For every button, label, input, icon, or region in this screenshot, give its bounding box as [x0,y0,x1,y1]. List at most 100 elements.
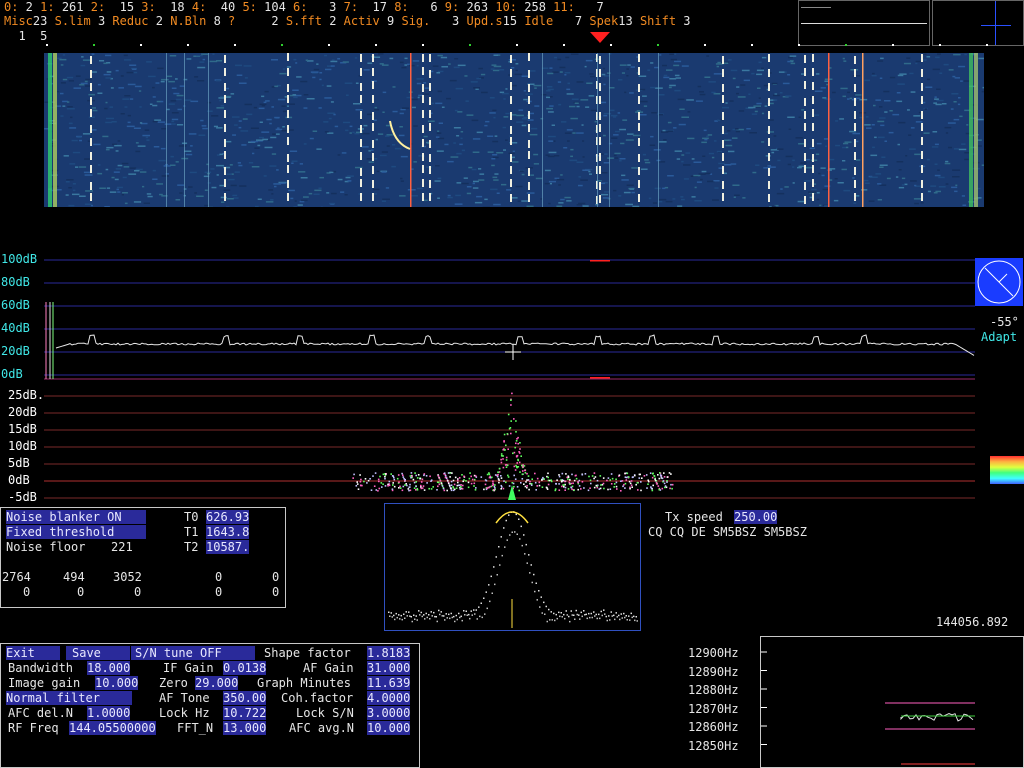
frequency-tick [751,44,753,46]
spectrum-db-label: 100dB [1,252,38,266]
noise-stat-cell: 3052 [113,570,142,584]
bandwidth-value[interactable]: 18.000 [87,661,131,675]
frequency-tick [281,44,283,46]
header-stat-key-8: Upd.s [466,14,503,28]
frequency-tick [328,44,330,46]
zero-value[interactable]: 29.000 [195,676,239,690]
header-counter-value-1: 261 [54,0,91,14]
frequency-tick [469,44,471,46]
baseband-spectrum[interactable] [0,384,1024,502]
header-stat-value-3: 8 [206,14,229,28]
waterfall-display[interactable] [44,53,984,207]
baseband-db-label: -5dB [8,490,37,504]
header-counter-value-10: 258 [517,0,554,14]
header-stat-key-0: Misc [4,14,33,28]
coh-factor-value[interactable]: 4.0000 [367,691,411,705]
af-gain-value[interactable]: 31.000 [367,661,411,675]
header-counter-value-4: 40 [206,0,243,14]
parameters-panel: Exit Save S/N tune OFF Shape factor 1.81… [0,643,420,768]
af-tone-label: AF Tone [159,691,210,705]
header-counter-key-5: 5: [242,0,257,14]
threshold-mode-toggle[interactable]: Fixed threshold [6,525,146,539]
header-stat-value-10: 13 [618,14,640,28]
rf-freq-value[interactable]: 144.05500000 [69,721,156,735]
t0-value[interactable]: 626.93 [206,510,250,524]
filter-mode-toggle[interactable]: Normal filter [6,691,132,705]
header-stat-value-4: 2 [235,14,286,28]
tx-speed-value[interactable]: 250.00 [734,510,778,524]
header-stat-value-2: 2 [148,14,171,28]
frequency-tick [563,44,565,46]
frequency-marker-triangle[interactable] [590,32,610,43]
frequency-tick [375,44,377,46]
header-counter-value-8: 6 [408,0,445,14]
lock-hz-label: Lock Hz [159,706,210,720]
afc-hz-label: 12870Hz [688,701,739,716]
header-row-2: Misc23 S.lim 3 Reduc 2 N.Bln 8 ? 2 S.fft… [4,14,698,28]
spectrum-db-label: 0dB [1,367,23,381]
angle-value: -55° [990,315,1019,329]
baseband-db-label: 15dB [8,422,37,436]
header-counter-value-2: 15 [105,0,142,14]
baseband-db-label: 10dB [8,439,37,453]
noise-floor-label: Noise floor [6,540,86,554]
save-button[interactable]: Save [66,646,130,660]
afc-avg-value[interactable]: 10.000 [367,721,411,735]
coh-factor-label: Coh.factor [281,691,354,705]
header-counter-key-6: 6: [293,0,308,14]
graph-minutes-label: Graph Minutes [257,676,351,690]
noise-stat-cell: 0 [77,585,85,599]
afc-graph [761,651,975,765]
afc-hz-label: 12860Hz [688,720,739,734]
fft-n-value[interactable]: 13.000 [223,721,267,735]
spectrum-graph[interactable] [0,252,1024,384]
polarization-indicator[interactable] [975,258,1023,306]
header-stat-key-7: Sig. [401,14,431,28]
exit-button[interactable]: Exit [6,646,60,660]
header-row-1: 0: 2 1: 261 2: 15 3: 18 4: 40 5: 104 6: … [4,0,611,14]
t2-value[interactable]: 10587. [206,540,250,554]
tx-message: CQ CQ DE SM5BSZ SM5BSZ [648,525,807,539]
header-stat-key-3: N.Bln [170,14,207,28]
noise-stat-cell: 0 [272,585,280,599]
header-counter-key-7: 7: [343,0,359,14]
spectrum-db-label: 60dB [1,298,30,312]
if-gain-value[interactable]: 0.0138 [223,661,267,675]
spectrum-db-label: 80dB [1,275,30,289]
header-stat-key-10: Spek [589,14,619,28]
af-tone-value[interactable]: 350.00 [223,691,267,705]
noise-stat-cell: 0 [215,570,223,584]
header-counter-key-1: 1: [40,0,55,14]
noise-blanker-toggle[interactable]: Noise blanker ON [6,510,146,524]
header-counter-key-2: 2: [90,0,106,14]
header-stat-value-1: 3 [90,14,113,28]
sn-tune-toggle[interactable]: S/N tune OFF [131,646,255,660]
shape-factor-value[interactable]: 1.8183 [367,646,411,660]
mini-polar-panel [932,0,1024,46]
header-counter-value-9: 263 [459,0,496,14]
image-gain-value[interactable]: 10.000 [95,676,139,690]
t1-value[interactable]: 1643.8 [206,525,250,539]
baseband-db-label: 0dB [8,473,30,487]
lock-hz-value[interactable]: 10.722 [223,706,267,720]
header-stat-key-6: Activ [343,14,380,28]
lock-sn-value[interactable]: 3.0000 [367,706,411,720]
shape-factor-label: Shape factor [264,646,351,660]
mini-scope-panel [798,0,930,46]
noise-floor-value: 221 [111,540,133,554]
noise-stat-cell: 2764 [2,570,31,584]
header-stat-key-11: Shift [639,14,677,28]
t2-label: T2 [184,540,199,554]
header-counter-key-9: 9: [444,0,460,14]
header-counter-key-10: 10: [495,0,518,14]
header-counter-value-7: 17 [358,0,395,14]
noise-blanker-panel: Noise blanker ON Fixed threshold Noise f… [0,507,286,608]
header-stat-value-7: 3 [430,14,467,28]
adapt-mode-label[interactable]: Adapt [981,330,1017,344]
color-scale-strip [990,456,1024,484]
afc-hz-label: 12900Hz [688,646,739,660]
signal-peak-scope[interactable] [384,503,641,631]
frequency-tick [657,44,659,46]
afc-del-value[interactable]: 1.0000 [87,706,131,720]
graph-minutes-value[interactable]: 11.639 [367,676,411,690]
